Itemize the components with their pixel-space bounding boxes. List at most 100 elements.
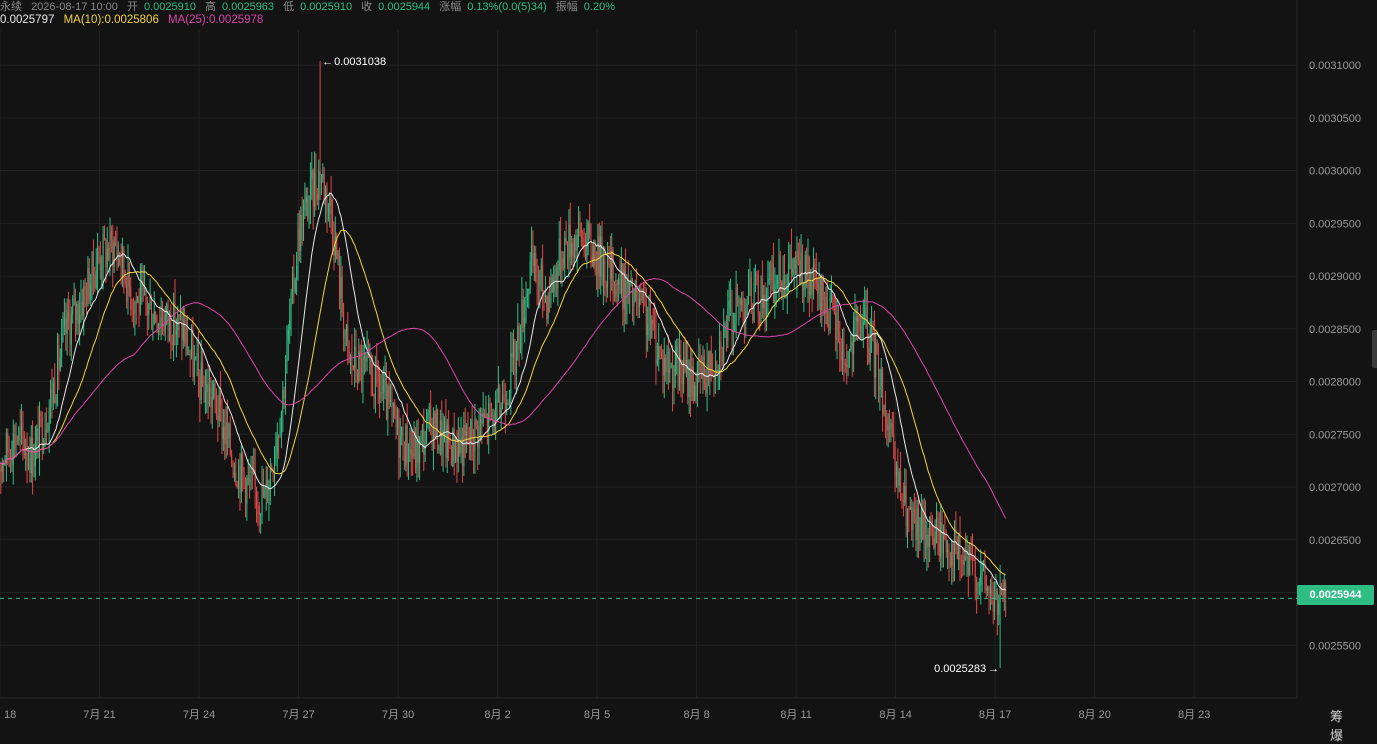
candlestick-chart[interactable]: 0.00255000.00260000.00265000.00270000.00…	[0, 0, 1377, 729]
candle-body	[409, 448, 411, 461]
candle-body	[120, 263, 122, 269]
candle-body	[40, 412, 42, 417]
candle-body	[388, 386, 390, 403]
candle-body	[876, 342, 878, 354]
candle-body	[355, 346, 357, 374]
candle-body	[956, 551, 958, 560]
candle-body	[800, 252, 802, 284]
candle-body	[590, 234, 592, 256]
candle-body	[543, 296, 545, 298]
x-tick-label: 7月 18	[0, 709, 16, 721]
candle-body	[59, 356, 61, 371]
y-tick-label: 0.0028000	[1309, 377, 1361, 389]
candle-body	[659, 345, 661, 350]
candle-body	[356, 373, 358, 382]
candle-body	[478, 421, 480, 449]
candle-body	[985, 575, 987, 591]
candle-body	[969, 547, 971, 575]
candle-body	[919, 537, 921, 546]
candle-body	[938, 532, 940, 557]
candle-body	[593, 246, 595, 266]
chart-tools[interactable]: 筹 爆	[1330, 706, 1377, 744]
candle-body	[731, 299, 733, 333]
candle-body	[947, 549, 949, 553]
candle-body	[384, 378, 386, 380]
candle-body	[988, 587, 990, 594]
candle-body	[658, 345, 660, 361]
candle-body	[767, 278, 769, 300]
candle-body	[99, 257, 101, 270]
candle-body	[65, 317, 67, 334]
candle-body	[163, 325, 165, 332]
candle-body	[251, 471, 253, 474]
candle-body	[296, 265, 298, 280]
candle-body	[19, 427, 21, 429]
candle-body	[361, 358, 363, 383]
candle-body	[596, 271, 598, 275]
candle-body	[546, 295, 548, 320]
candle-body	[246, 478, 248, 504]
candle-body	[268, 488, 270, 502]
candle-body	[62, 326, 64, 334]
candle-body	[289, 319, 291, 330]
ohlc-date: 2026-08-17 10:00	[31, 1, 118, 13]
candle-body	[222, 426, 224, 440]
candle-body	[583, 238, 585, 252]
candle-body	[402, 426, 404, 460]
candle-body	[880, 369, 882, 386]
candle-body	[930, 516, 932, 521]
x-tick-label: 7月 24	[183, 709, 215, 721]
candle-body	[267, 480, 269, 502]
candle-body	[999, 586, 1001, 604]
candle-body	[640, 298, 642, 301]
candle-body	[239, 465, 241, 493]
candle-body	[69, 320, 71, 345]
y-tick-label: 0.0030500	[1309, 113, 1361, 125]
candle-body	[750, 277, 752, 313]
candle-body	[150, 300, 152, 330]
candle-body	[495, 399, 497, 433]
candle-body	[760, 277, 762, 321]
x-tick-label: 7月 21	[83, 709, 115, 721]
candle-body	[77, 303, 79, 325]
candle-body	[911, 507, 913, 530]
candle-body	[883, 404, 885, 415]
candle-body	[633, 300, 635, 307]
candle-body	[79, 314, 81, 325]
candle-body	[531, 244, 533, 261]
candle-body	[486, 413, 488, 432]
candle-body	[398, 416, 400, 458]
side-panel-handle[interactable]	[1372, 330, 1377, 368]
candle-body	[27, 458, 29, 462]
candle-body	[489, 403, 491, 405]
candle-body	[29, 458, 31, 474]
candle-body	[197, 353, 199, 375]
candle-body	[221, 405, 223, 440]
candle-body	[966, 556, 968, 560]
candle-body	[97, 251, 99, 272]
candle-body	[742, 299, 744, 313]
candle-body	[771, 263, 773, 280]
candle-body	[927, 534, 929, 547]
candle-body	[134, 301, 136, 314]
candle-body	[181, 315, 183, 341]
candle-body	[877, 353, 879, 390]
candle-body	[319, 171, 321, 184]
candle-body	[320, 178, 322, 184]
candle-body	[973, 559, 975, 561]
candle-body	[818, 277, 820, 294]
candle-body	[889, 424, 891, 430]
candle-body	[372, 375, 374, 396]
candle-body	[507, 402, 509, 404]
candle-body	[683, 357, 685, 385]
candle-body	[235, 472, 237, 484]
candle-body	[537, 282, 539, 286]
candle-body	[620, 263, 622, 294]
candle-body	[113, 242, 115, 267]
candle-body	[127, 261, 129, 302]
candle-body	[916, 508, 918, 540]
candle-body	[81, 302, 83, 316]
candle-body	[737, 288, 739, 303]
candle-body	[948, 549, 950, 562]
candle-body	[146, 302, 148, 316]
